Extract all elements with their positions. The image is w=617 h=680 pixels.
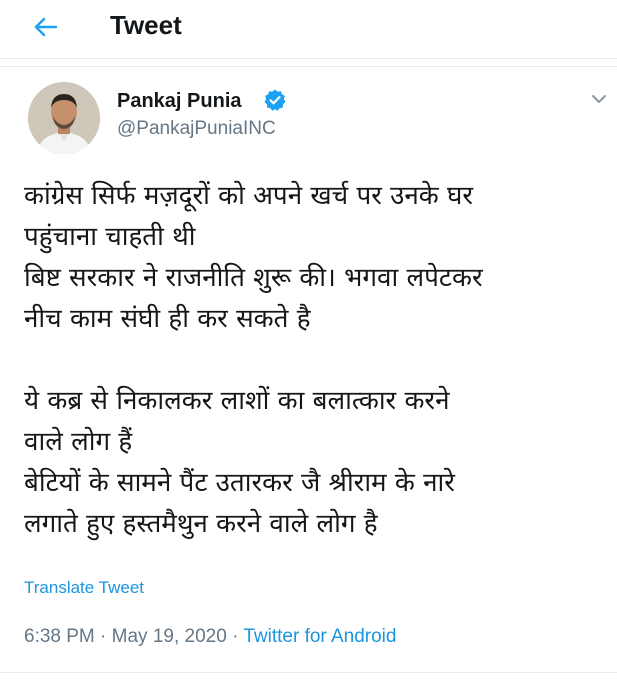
tweet-header: Tweet xyxy=(0,0,617,59)
tweet-source-link[interactable]: Twitter for Android xyxy=(243,626,396,647)
tweet-time: 6:38 PM xyxy=(24,626,95,647)
meta-separator: · xyxy=(94,626,112,647)
more-options-button[interactable] xyxy=(590,92,608,106)
bottom-divider xyxy=(0,672,617,673)
tweet-text: कांग्रेस सिर्फ मज़दूरों को अपने खर्च पर … xyxy=(24,176,609,545)
chevron-down-icon[interactable] xyxy=(590,92,608,106)
header-divider xyxy=(0,66,617,67)
author-handle[interactable]: @PankajPuniaINC xyxy=(117,118,276,140)
verified-badge-icon xyxy=(263,88,287,112)
profile-photo xyxy=(28,82,100,154)
tweet-meta: 6:38 PM · May 19, 2020 · Twitter for And… xyxy=(24,626,396,648)
author-name[interactable]: Pankaj Punia xyxy=(117,90,242,113)
arrow-left-icon[interactable] xyxy=(30,12,60,42)
meta-separator: · xyxy=(226,626,244,647)
tweet-date: May 19, 2020 xyxy=(111,626,227,647)
tweet-paragraph: कांग्रेस सिर्फ मज़दूरों को अपने खर्च पर … xyxy=(24,181,483,334)
avatar[interactable] xyxy=(28,82,100,154)
translate-tweet-link[interactable]: Translate Tweet xyxy=(24,578,144,598)
tweet-paragraph: ये कब्र से निकालकर लाशों का बलात्कार करन… xyxy=(24,386,455,539)
page-title: Tweet xyxy=(110,10,182,40)
back-button[interactable] xyxy=(30,12,60,42)
